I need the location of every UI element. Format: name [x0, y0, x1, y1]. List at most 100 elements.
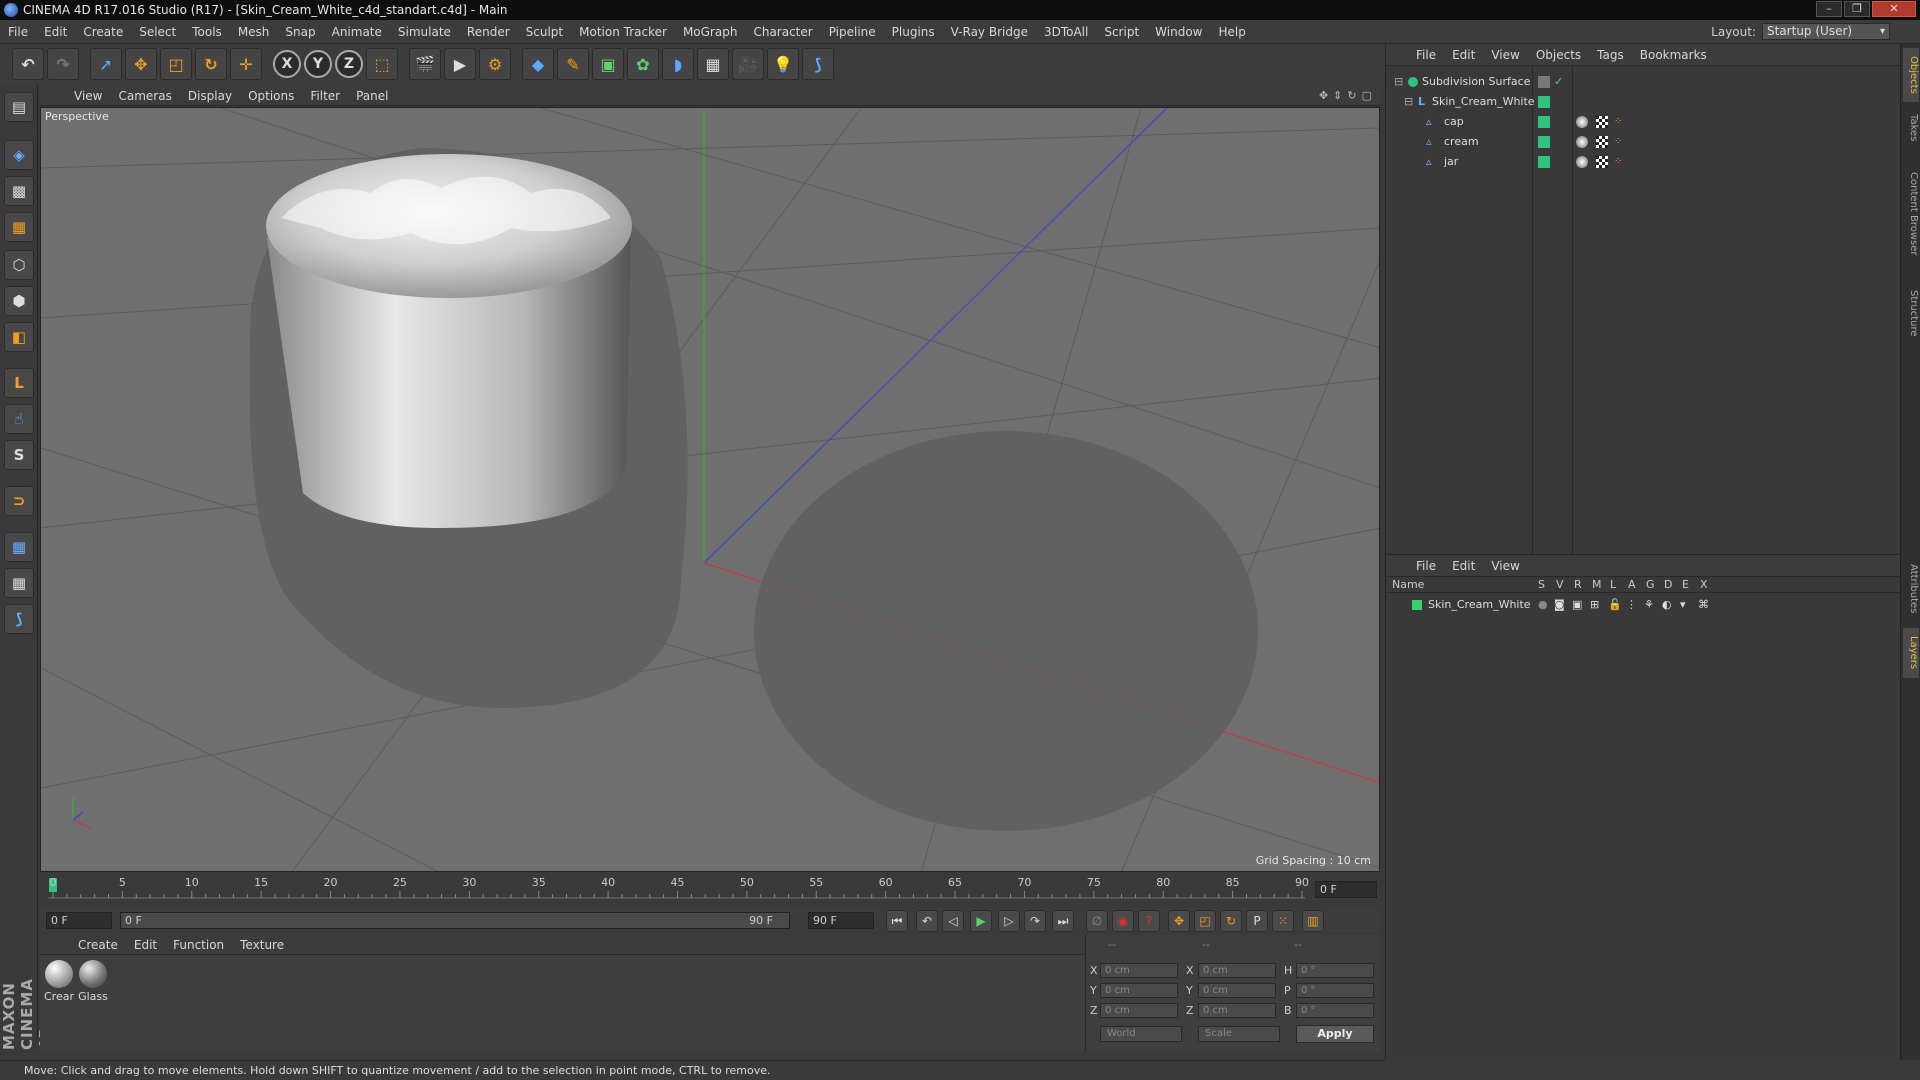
scale-tool-icon[interactable]: ◰ [160, 48, 192, 80]
render-view-icon[interactable]: 🎬 [409, 48, 441, 80]
material-menu-edit[interactable]: Edit [126, 938, 165, 952]
layer-menu-file[interactable]: File [1408, 559, 1444, 573]
pos-z-field[interactable]: 0 cm [1100, 1003, 1178, 1018]
key-parameter-icon[interactable]: P [1246, 910, 1268, 932]
start-frame-field[interactable]: 0 F [46, 912, 112, 929]
layer-deformers-icon[interactable]: ◐ [1662, 595, 1672, 615]
render-picture-viewer-icon[interactable]: ▶ [444, 48, 476, 80]
play-forward-icon[interactable]: ▶ [970, 910, 992, 932]
tab-attributes[interactable]: Attributes [1903, 554, 1919, 624]
layer-xref-icon[interactable]: ⌘ [1698, 595, 1709, 615]
material-tag-icon[interactable] [1576, 136, 1588, 148]
menu-edit[interactable]: Edit [36, 25, 75, 39]
menu-plugins[interactable]: Plugins [884, 25, 943, 39]
key-position-icon[interactable]: ✥ [1168, 910, 1190, 932]
menu-tools[interactable]: Tools [184, 25, 230, 39]
key-rotation-icon[interactable]: ↻ [1220, 910, 1242, 932]
enabled-check-icon[interactable]: ✓ [1554, 72, 1563, 92]
camera-object-icon[interactable]: 🎥 [732, 48, 764, 80]
z-axis-lock-button[interactable]: Z [335, 50, 363, 78]
material-menu-function[interactable]: Function [165, 938, 232, 952]
menu-snap[interactable]: Snap [277, 25, 323, 39]
tweak-mode-icon[interactable]: ☝ [4, 404, 34, 434]
material-menu-texture[interactable]: Texture [232, 938, 292, 952]
phong-tag-icon[interactable]: ⁘ [1614, 112, 1622, 132]
menu-sculpt[interactable]: Sculpt [518, 25, 571, 39]
menu-pipeline[interactable]: Pipeline [821, 25, 884, 39]
layer-lock-icon[interactable]: 🔓 [1608, 595, 1622, 615]
layer-color-icon[interactable] [1538, 116, 1550, 128]
magnet-icon[interactable]: ⊃ [4, 486, 34, 516]
viewport-menu-options[interactable]: Options [240, 89, 302, 103]
workplane-mode-icon[interactable]: ▦ [4, 212, 34, 242]
layer-color-swatch[interactable] [1412, 600, 1422, 610]
texture-tag-icon[interactable] [1596, 136, 1608, 148]
key-pla-icon[interactable]: ⁙ [1272, 910, 1294, 932]
menu-vray-bridge[interactable]: V-Ray Bridge [943, 25, 1036, 39]
tab-structure[interactable]: Structure [1903, 278, 1919, 348]
layer-color-icon[interactable] [1538, 156, 1550, 168]
menu-select[interactable]: Select [131, 25, 184, 39]
viewport-menu-display[interactable]: Display [180, 89, 240, 103]
object-menu-view[interactable]: View [1483, 48, 1527, 62]
material-tag-icon[interactable] [1576, 116, 1588, 128]
record-disabled-icon[interactable]: ∅ [1086, 910, 1108, 932]
menu-create[interactable]: Create [75, 25, 131, 39]
apply-button[interactable]: Apply [1296, 1025, 1374, 1043]
next-frame-icon[interactable]: ▷ [998, 910, 1020, 932]
texture-mode-icon[interactable]: ▩ [4, 176, 34, 206]
menu-help[interactable]: Help [1210, 25, 1253, 39]
model-mode-icon[interactable]: ◈ [4, 140, 34, 170]
layer-menu-view[interactable]: View [1483, 559, 1527, 573]
pos-y-field[interactable]: 0 cm [1100, 983, 1178, 998]
object-menu-objects[interactable]: Objects [1528, 48, 1589, 62]
viewport-zoom-icon[interactable]: ⇕ [1333, 89, 1342, 102]
live-selection-icon[interactable]: ➚ [90, 48, 122, 80]
x-axis-lock-button[interactable]: X [273, 50, 301, 78]
points-mode-icon[interactable]: ⬡ [4, 250, 34, 280]
size-z-field[interactable]: 0 cm [1198, 1003, 1276, 1018]
material-tag-icon[interactable] [1576, 156, 1588, 168]
floor-object-icon[interactable]: ▦ [697, 48, 729, 80]
layout-dropdown[interactable]: Startup (User) [1762, 23, 1890, 40]
layer-generators-icon[interactable]: ⚘ [1644, 595, 1654, 615]
menu-simulate[interactable]: Simulate [390, 25, 459, 39]
layer-render-icon[interactable]: ▣ [1572, 595, 1582, 615]
object-row-skin-cream-white[interactable]: ⊟ L Skin_Cream_White [1386, 92, 1901, 112]
cube-object-icon[interactable]: ◆ [522, 48, 554, 80]
autokey-icon[interactable]: ? [1138, 910, 1160, 932]
texture-tag-icon[interactable] [1596, 116, 1608, 128]
workplane-lock-icon[interactable]: ▦ [4, 532, 34, 562]
layer-expressions-icon[interactable]: ▾ [1680, 595, 1686, 615]
end-frame-field[interactable]: 90 F [808, 912, 874, 929]
rot-p-field[interactable]: 0 ° [1296, 983, 1374, 998]
menu-render[interactable]: Render [459, 25, 518, 39]
object-row-cream[interactable]: ▵ cream ⁘ [1386, 132, 1901, 152]
object-menu-tags[interactable]: Tags [1589, 48, 1632, 62]
coordinate-space-dropdown[interactable]: World [1100, 1026, 1182, 1042]
material-menu-create[interactable]: Create [70, 938, 126, 952]
move-tool-icon[interactable]: ✥ [125, 48, 157, 80]
tab-content-browser[interactable]: Content Browser [1903, 154, 1919, 274]
size-mode-dropdown[interactable]: Scale [1198, 1026, 1280, 1042]
layer-tag-icon[interactable] [1538, 76, 1550, 88]
previous-key-icon[interactable]: ↶ [916, 910, 938, 932]
perspective-viewport[interactable]: Perspective Grid Spacing : 10 cm [40, 107, 1380, 872]
menu-3dtoall[interactable]: 3DToAll [1036, 25, 1096, 39]
coordinate-system-icon[interactable]: ⬚ [366, 48, 398, 80]
go-to-end-icon[interactable]: ⏭ [1052, 910, 1074, 932]
menu-mesh[interactable]: Mesh [230, 25, 278, 39]
undo-icon[interactable]: ↶ [12, 48, 44, 80]
menu-window[interactable]: Window [1147, 25, 1210, 39]
recent-tool-icon[interactable]: ✛ [230, 48, 262, 80]
object-menu-file[interactable]: File [1408, 48, 1444, 62]
subdivision-surface-icon[interactable]: ▣ [592, 48, 624, 80]
menu-character[interactable]: Character [745, 25, 820, 39]
layer-manager-icon[interactable]: ⊞ [1590, 595, 1599, 615]
rot-b-field[interactable]: 0 ° [1296, 1003, 1374, 1018]
object-menu-bookmarks[interactable]: Bookmarks [1632, 48, 1715, 62]
record-keys-icon[interactable]: ◉ [1112, 910, 1134, 932]
layer-color-icon[interactable] [1538, 136, 1550, 148]
light-object-icon[interactable]: 💡 [767, 48, 799, 80]
menu-animate[interactable]: Animate [324, 25, 390, 39]
